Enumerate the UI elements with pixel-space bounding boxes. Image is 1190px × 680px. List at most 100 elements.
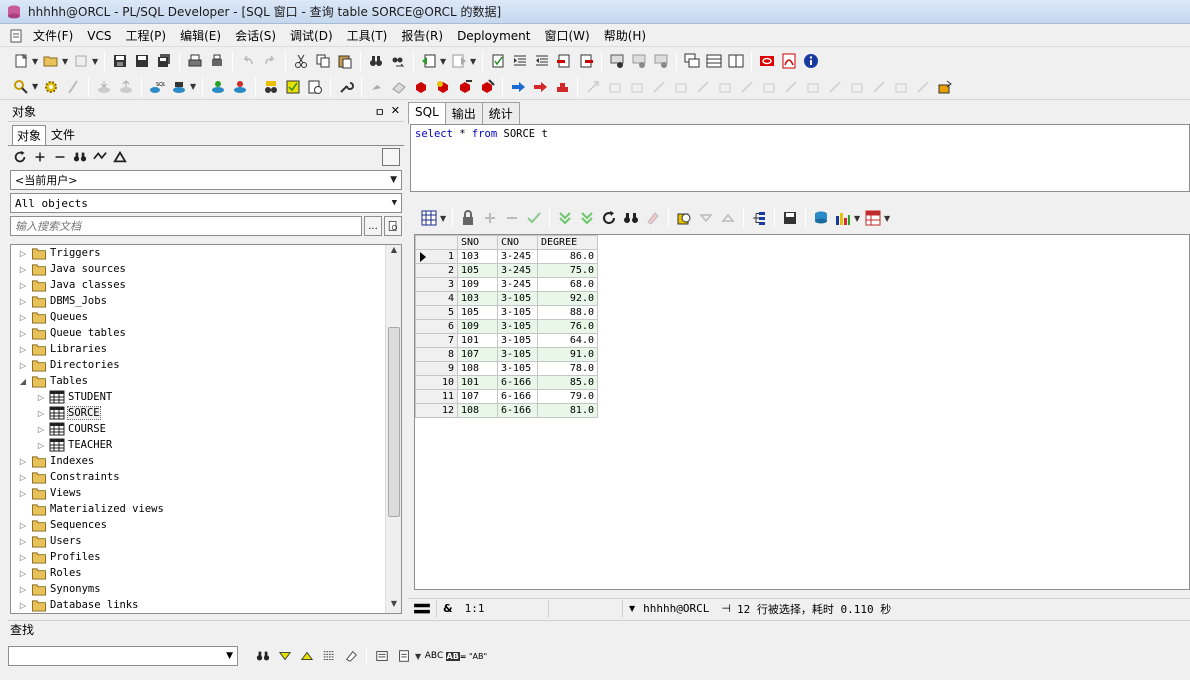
pdf-icon[interactable]	[778, 50, 800, 72]
cno-cell[interactable]: 3-105	[497, 305, 538, 320]
replace-icon[interactable]	[387, 50, 409, 72]
degree-cell[interactable]: 75.0	[537, 263, 598, 278]
tree-item-folder[interactable]: ▷ Java sources	[11, 261, 401, 277]
menu-debug[interactable]: 调试(D)	[283, 25, 340, 46]
sno-cell[interactable]: 107	[457, 389, 498, 404]
tree-item-folder[interactable]: ▷ Constraints	[11, 469, 401, 485]
expand-arrow-icon[interactable]: ▷	[17, 313, 29, 322]
check-document-icon[interactable]	[487, 50, 509, 72]
menu-window[interactable]: 窗口(W)	[537, 25, 596, 46]
table-row[interactable]: 5 105 3-105 88.0	[415, 305, 598, 320]
save-all-icon[interactable]	[153, 50, 175, 72]
previous-record-icon[interactable]	[695, 207, 717, 229]
table-row[interactable]: 10 101 6-166 85.0	[415, 375, 598, 390]
tab-files[interactable]: 文件	[46, 124, 80, 145]
remove-icon[interactable]	[52, 149, 68, 165]
bookmark-13-icon[interactable]	[846, 76, 868, 98]
tab-output[interactable]: 输出	[444, 102, 483, 124]
tree-item-folder[interactable]: ▷ Libraries	[11, 341, 401, 357]
find-options-icon[interactable]	[371, 646, 393, 666]
table-row[interactable]: 4 103 3-105 92.0	[415, 291, 598, 306]
export-dropdown-icon[interactable]: ▼	[884, 214, 892, 223]
bookmark-12-icon[interactable]	[824, 76, 846, 98]
tree-item-folder[interactable]: ▷ Roles	[11, 565, 401, 581]
find-input[interactable]: ▼	[8, 646, 238, 666]
bookmark-3-icon[interactable]	[626, 76, 648, 98]
sql-window-icon[interactable]: SQL	[146, 76, 168, 98]
degree-cell[interactable]: 81.0	[537, 403, 598, 418]
search-input[interactable]	[10, 216, 362, 236]
cube-edit-icon[interactable]	[476, 76, 498, 98]
sno-cell[interactable]: 108	[457, 361, 498, 376]
document-icon[interactable]	[8, 28, 24, 44]
tree-item-table[interactable]: ▷ STUDENT	[11, 389, 401, 405]
degree-cell[interactable]: 85.0	[537, 375, 598, 390]
sno-cell[interactable]: 105	[457, 305, 498, 320]
expand-arrow-icon[interactable]: ▷	[35, 409, 47, 418]
tree-scrollbar[interactable]: ▲ ▼	[385, 245, 401, 613]
tab-sql[interactable]: SQL	[408, 102, 446, 124]
cno-cell[interactable]: 3-105	[497, 361, 538, 376]
unindent-icon[interactable]	[531, 50, 553, 72]
bookmark-6-icon[interactable]	[692, 76, 714, 98]
command-window-icon[interactable]	[168, 76, 190, 98]
expand-arrow-icon[interactable]: ▷	[17, 457, 29, 466]
execute-forward-icon[interactable]	[448, 50, 470, 72]
export-results-icon[interactable]	[779, 207, 801, 229]
connect-icon[interactable]	[207, 76, 229, 98]
bookmark-8-icon[interactable]	[736, 76, 758, 98]
debug-over-icon[interactable]	[650, 50, 672, 72]
tree-item-folder[interactable]: ▷ Java classes	[11, 277, 401, 293]
collapse-arrow-icon[interactable]: ◢	[17, 377, 29, 386]
table-row[interactable]: 2 105 3-245 75.0	[415, 263, 598, 278]
cno-cell[interactable]: 3-245	[497, 249, 538, 264]
find-next-icon[interactable]	[274, 646, 296, 666]
arrow-right-red-icon[interactable]	[529, 76, 551, 98]
wrench-icon[interactable]	[335, 76, 357, 98]
cno-cell[interactable]: 3-105	[497, 347, 538, 362]
bookmark-2-icon[interactable]	[604, 76, 626, 98]
expand-arrow-icon[interactable]: ▷	[17, 537, 29, 546]
lock-icon[interactable]	[457, 207, 479, 229]
comment-icon[interactable]	[553, 50, 575, 72]
database-icon[interactable]	[810, 207, 832, 229]
add-icon[interactable]	[32, 149, 48, 165]
menu-project[interactable]: 工程(P)	[119, 25, 174, 46]
cno-cell[interactable]: 6-166	[497, 403, 538, 418]
post-changes-icon[interactable]	[523, 207, 545, 229]
template-icon[interactable]	[282, 76, 304, 98]
cascade-windows-icon[interactable]	[681, 50, 703, 72]
sql-editor[interactable]: select * from SORCE t	[410, 124, 1190, 192]
expand-arrow-icon[interactable]: ▷	[17, 473, 29, 482]
sno-cell[interactable]: 105	[457, 263, 498, 278]
menu-tools[interactable]: 工具(T)	[340, 25, 395, 46]
cno-cell[interactable]: 3-105	[497, 333, 538, 348]
tree-item-folder[interactable]: ◢ Tables	[11, 373, 401, 389]
refresh-icon[interactable]	[12, 149, 28, 165]
expand-arrow-icon[interactable]: ▷	[35, 393, 47, 402]
menu-reports[interactable]: 报告(R)	[394, 25, 450, 46]
bar-chart-icon[interactable]	[832, 207, 854, 229]
grid-dropdown-icon[interactable]: ▼	[440, 214, 448, 223]
menu-session[interactable]: 会话(S)	[228, 25, 283, 46]
debug-into-icon[interactable]	[628, 50, 650, 72]
next-record-icon[interactable]	[717, 207, 739, 229]
gear-icon[interactable]	[40, 76, 62, 98]
open-dropdown-icon[interactable]: ▼	[62, 57, 70, 66]
options-box[interactable]	[382, 147, 400, 166]
table-row[interactable]: 1 103 3-245 86.0	[415, 249, 598, 264]
scrollbar-thumb[interactable]	[388, 327, 400, 517]
tree-item-folder[interactable]: ▷ Indexes	[11, 453, 401, 469]
tab-statistics[interactable]: 统计	[481, 102, 520, 124]
fetch-next-icon[interactable]	[554, 207, 576, 229]
menu-help[interactable]: 帮助(H)	[597, 25, 653, 46]
expand-arrow-icon[interactable]: ▷	[17, 553, 29, 562]
print-icon[interactable]	[184, 50, 206, 72]
find-icon[interactable]	[365, 50, 387, 72]
chevron-down-icon[interactable]: ▼	[390, 175, 397, 185]
sno-cell[interactable]: 107	[457, 347, 498, 362]
window-dropdown-icon[interactable]: ▼	[190, 82, 198, 91]
undo-icon[interactable]	[237, 50, 259, 72]
find-document-icon[interactable]	[393, 646, 415, 666]
menu-edit[interactable]: 编辑(E)	[173, 25, 228, 46]
